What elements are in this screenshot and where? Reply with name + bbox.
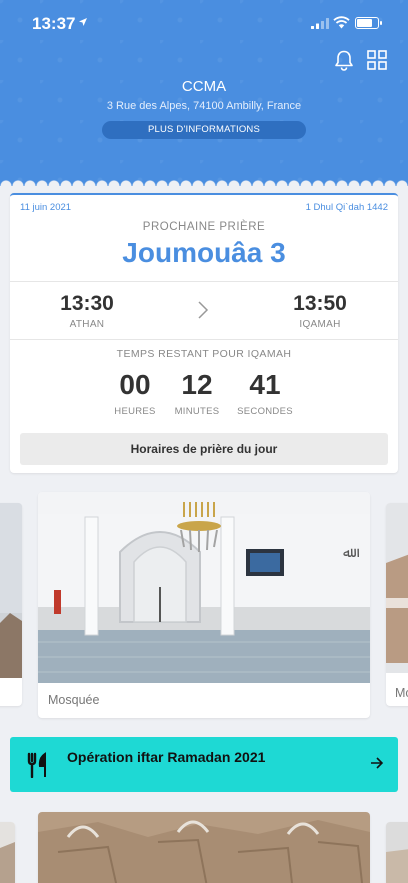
header: 13:37 CCMA 3 Rue des Alpes, 74100 Ambill… [0, 0, 408, 186]
arrow-right-icon [371, 757, 384, 769]
organization-address: 3 Rue des Alpes, 74100 Ambilly, France [106, 100, 302, 112]
next-card-image [386, 503, 408, 673]
card-image [386, 822, 408, 883]
next-prayer-name: Joumouâa 3 [122, 237, 286, 268]
divider [10, 339, 398, 340]
athan-time: 13:30 [60, 292, 114, 315]
iqamah-label: IQAMAH [299, 319, 341, 330]
athan-label: ATHAN [69, 319, 105, 330]
status-time: 13:37 [32, 14, 76, 33]
hijri-date: 1 Dhul Qi`dah 1442 [305, 202, 388, 213]
notifications-bell-icon[interactable] [333, 49, 355, 71]
carousel-card-prev[interactable] [0, 503, 22, 706]
mosque-interior-image: ﷲ [38, 492, 370, 683]
carousel-card-mosque[interactable]: ﷲ Mosquée [38, 492, 370, 718]
carousel-card-prev-2[interactable] [0, 822, 15, 883]
daily-prayer-times-button[interactable]: Horaires de prière du jour [20, 433, 388, 465]
countdown-minutes: 12 [181, 369, 213, 400]
fork-knife-icon [27, 752, 46, 778]
countdown-seconds: 41 [249, 369, 281, 400]
iqamah-time: 13:50 [293, 292, 347, 315]
cellular-signal-icon [311, 18, 329, 29]
countdown-hours-label: HEURES [114, 406, 156, 417]
next-prayer-label: PROCHAINE PRIÈRE [142, 221, 266, 233]
more-info-button[interactable]: PLUS D'INFORMATIONS [102, 121, 306, 139]
carousel-caption-next: Mo [395, 686, 408, 700]
iftar-operation-banner[interactable]: Opération iftar Ramadan 2021 [10, 737, 398, 792]
carousel-card-next-2[interactable] [386, 822, 408, 883]
location-arrow-icon [79, 18, 87, 26]
previous-card-image [0, 503, 22, 706]
remaining-time-label: TEMPS RESTANT POUR IQAMAH [116, 348, 292, 360]
food-bags-image [38, 812, 370, 883]
grid-menu-icon[interactable] [367, 50, 387, 70]
countdown-hours: 00 [119, 369, 151, 400]
card-image [0, 822, 15, 883]
countdown-minutes-label: MINUTES [174, 406, 220, 417]
carousel-card-next[interactable]: Mo [386, 503, 408, 706]
carousel-caption: Mosquée [48, 693, 100, 707]
banner-title: Opération iftar Ramadan 2021 [67, 749, 266, 765]
organization-name: CCMA [181, 78, 227, 95]
battery-icon [355, 17, 382, 29]
prayer-card: 11 juin 2021 1 Dhul Qi`dah 1442 PROCHAIN… [10, 193, 398, 473]
wifi-icon [333, 16, 350, 29]
status-bar: 13:37 [0, 0, 408, 46]
divider [10, 281, 398, 282]
carousel-card-food[interactable] [38, 812, 370, 883]
header-wave-border [0, 176, 408, 186]
countdown-seconds-label: SECONDES [237, 406, 293, 417]
gregorian-date: 11 juin 2021 [20, 202, 72, 213]
chevron-right-icon [198, 301, 209, 319]
